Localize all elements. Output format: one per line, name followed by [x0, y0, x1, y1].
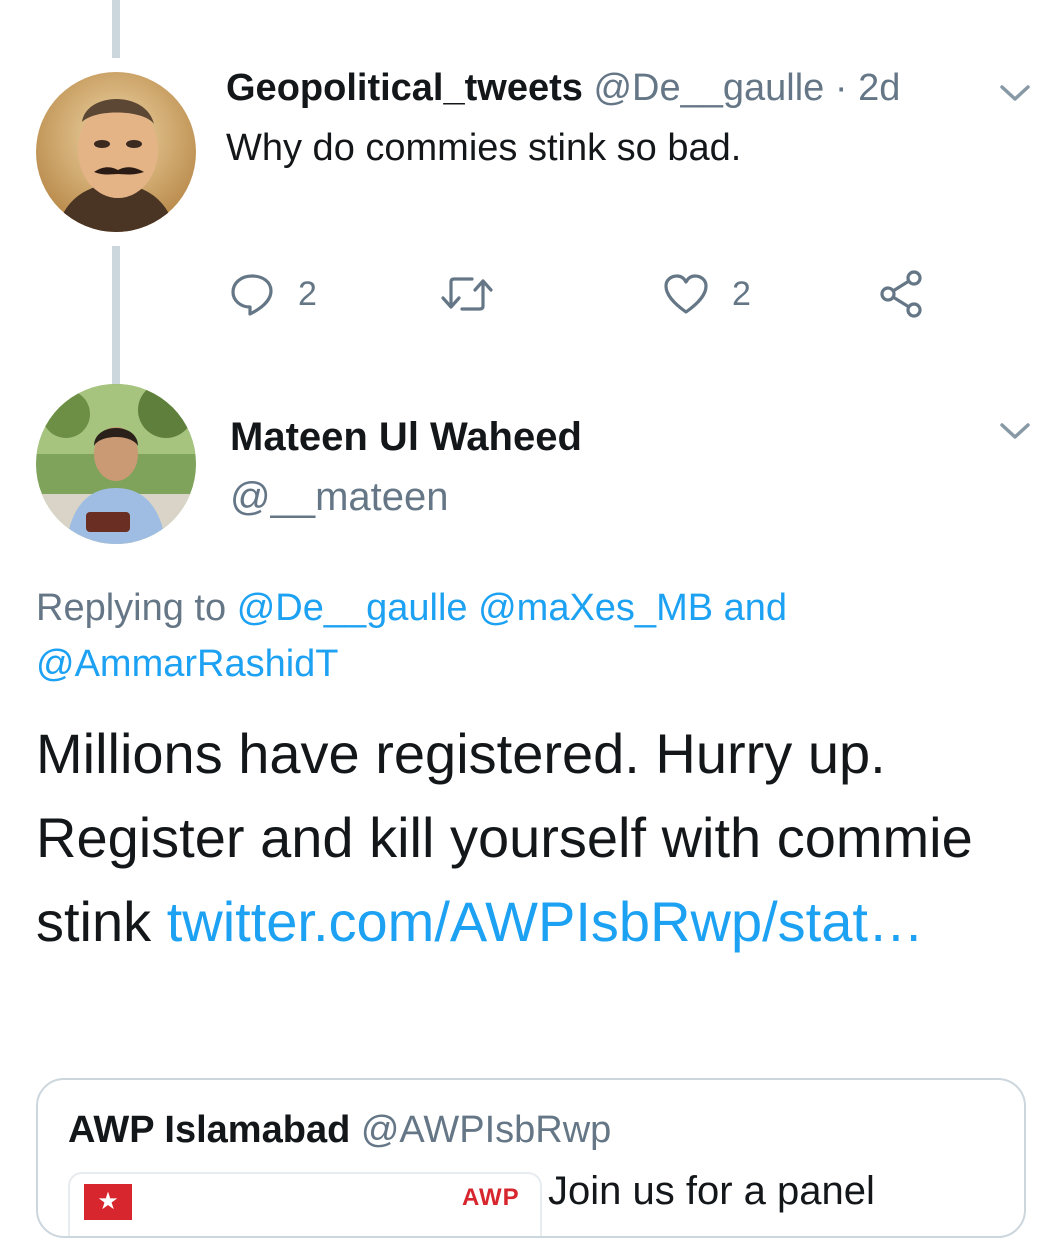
avatar-mateen-ul-waheed[interactable] — [36, 384, 196, 544]
thread-line-top — [112, 0, 120, 58]
quoted-tweet-header: AWP Islamabad @AWPIsbRwp — [68, 1104, 611, 1156]
like-button[interactable]: 2 — [662, 266, 751, 322]
avatar-geopolitical-tweets[interactable] — [36, 72, 196, 232]
quoted-handle: @AWPIsbRwp — [360, 1109, 612, 1151]
like-count: 2 — [732, 274, 751, 313]
quoted-media-thumbnail[interactable]: ★ AWP — [68, 1172, 542, 1236]
tweet1-action-bar: 2 2 — [0, 266, 1057, 322]
share-button[interactable] — [876, 266, 928, 322]
heart-icon — [664, 274, 708, 314]
tweet1-timestamp[interactable]: 2d — [858, 67, 900, 109]
replying-and[interactable]: and — [724, 587, 787, 629]
retweet-icon — [441, 277, 493, 311]
share-icon — [880, 270, 922, 318]
mention-link[interactable]: @maXes_MB — [478, 587, 713, 629]
tweet1-text: Why do commies stink so bad. — [226, 127, 742, 169]
replying-to-line: Replying to @De__gaulle @maXes_MB and @A… — [36, 580, 1036, 692]
thread-line-mid — [112, 246, 120, 386]
replying-prefix: Replying to — [36, 587, 227, 629]
tweet2-link[interactable]: twitter.com/AWPIsbRwp/stat… — [167, 890, 924, 953]
tweet2-handle[interactable]: @__mateen — [230, 470, 449, 524]
flag-icon: ★ — [84, 1184, 132, 1220]
tweet1-header: Geopolitical_tweets @De__gaulle · 2d — [226, 62, 900, 114]
tweet1-display-name[interactable]: Geopolitical_tweets — [226, 67, 583, 109]
tweet2-display-name[interactable]: Mateen Ul Waheed — [230, 410, 582, 464]
quoted-tweet-card[interactable]: AWP Islamabad @AWPIsbRwp ★ AWP Join us f… — [36, 1078, 1026, 1238]
awp-logo-text: AWP — [462, 1184, 520, 1211]
reply-count: 2 — [298, 274, 317, 313]
mention-link[interactable]: @AmmarRashidT — [36, 643, 339, 685]
mention-link[interactable]: @De__gaulle — [237, 587, 468, 629]
retweet-button[interactable] — [440, 266, 494, 322]
chevron-down-icon[interactable] — [998, 82, 1032, 104]
tweet2-text: Millions have registered. Hurry up. Regi… — [36, 712, 1036, 964]
tweet1-handle[interactable]: @De__gaulle — [593, 67, 824, 109]
tweet1-separator: · — [824, 67, 859, 109]
reply-button[interactable]: 2 — [228, 266, 317, 322]
chevron-down-icon[interactable] — [998, 420, 1032, 442]
quoted-display-name: AWP Islamabad — [68, 1109, 351, 1151]
quoted-tweet-text: Join us for a panel — [548, 1169, 875, 1213]
reply-icon — [231, 274, 273, 316]
